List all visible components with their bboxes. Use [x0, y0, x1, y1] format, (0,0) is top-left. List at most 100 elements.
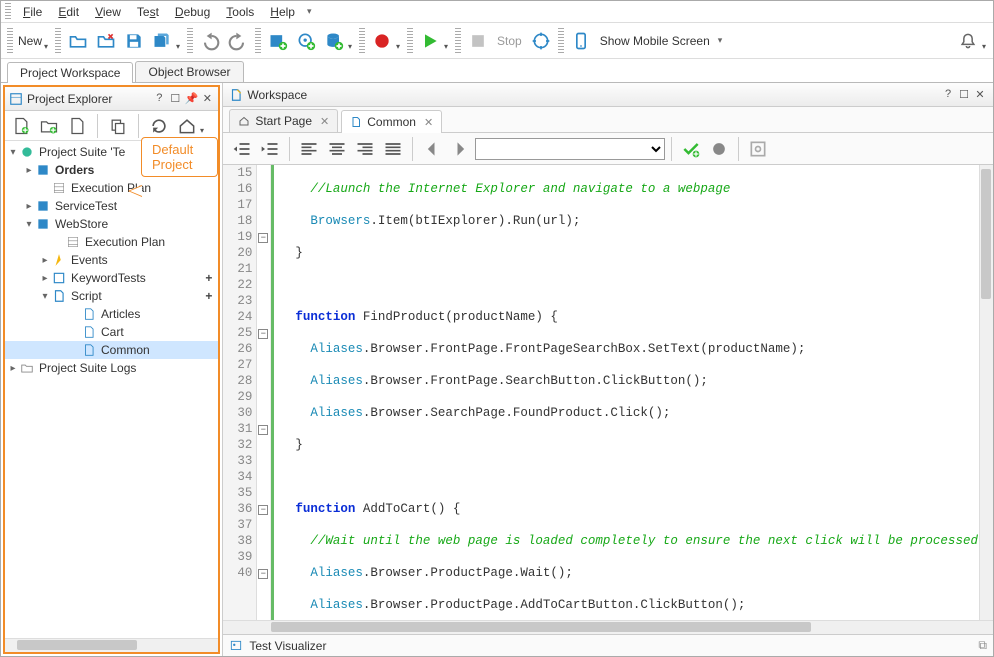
run-icon[interactable]: ▾ — [417, 28, 443, 54]
main-toolbar: New▾ ▾ ▾ ▾ ▾ Stop Show Mobile Screen ▾ ▾ — [1, 23, 993, 59]
explorer-hscroll[interactable] — [5, 638, 218, 652]
add-script-icon[interactable]: + — [205, 289, 212, 303]
tree-cart[interactable]: Cart — [5, 323, 218, 341]
function-dropdown[interactable] — [475, 138, 665, 160]
close-icon[interactable]: ✕ — [973, 88, 987, 101]
tree-webstore[interactable]: ▾WebStore — [5, 215, 218, 233]
align-left-icon[interactable] — [296, 136, 322, 162]
add-db-icon[interactable]: ▾ — [321, 28, 347, 54]
visualizer-icon — [229, 639, 243, 653]
project-tree[interactable]: ▾Project Suite 'Te ▸Orders Execution Pla… — [5, 141, 218, 638]
tree-servicetest[interactable]: ▸ServiceTest — [5, 197, 218, 215]
grip-icon — [455, 28, 461, 54]
home-icon — [238, 115, 250, 127]
align-justify-icon[interactable] — [380, 136, 406, 162]
maximize-icon[interactable]: ☐ — [957, 88, 971, 101]
close-tab-icon[interactable]: ✕ — [424, 116, 433, 129]
tree-articles[interactable]: Articles — [5, 305, 218, 323]
grip-icon — [359, 28, 365, 54]
code-editor[interactable]: 1516171819202122232425262728293031323334… — [223, 165, 993, 620]
panel-title-label: Project Explorer — [27, 92, 112, 106]
workspace-title: Workspace ? ☐ ✕ — [223, 83, 993, 107]
menu-tools[interactable]: Tools — [218, 3, 262, 21]
grip-icon — [407, 28, 413, 54]
help-icon[interactable]: ? — [941, 88, 955, 101]
status-bar: Test Visualizer ⧉ — [223, 634, 993, 656]
new-file-icon[interactable] — [9, 114, 33, 138]
doc-tabstrip: Start Page✕ Common✕ — [223, 107, 993, 133]
maximize-icon[interactable]: ☐ — [168, 92, 182, 105]
grip-icon — [187, 28, 193, 54]
stop-icon[interactable] — [465, 28, 491, 54]
tree-logs[interactable]: ▸Project Suite Logs — [5, 359, 218, 377]
menu-test[interactable]: Test — [129, 3, 167, 21]
save-all-icon[interactable]: ▾ — [149, 28, 175, 54]
mobile-dropdown-icon[interactable]: ▾ — [718, 35, 723, 46]
tree-exec-plan-1[interactable]: Execution Plan — [5, 179, 218, 197]
outdent-icon[interactable] — [229, 136, 255, 162]
add-kwt-icon[interactable]: + — [205, 271, 212, 285]
menu-view[interactable]: View — [87, 3, 129, 21]
nav-forward-icon[interactable] — [447, 136, 473, 162]
save-icon[interactable] — [121, 28, 147, 54]
tree-root[interactable]: ▾Project Suite 'Te — [5, 143, 218, 161]
tab-object-browser[interactable]: Object Browser — [135, 61, 243, 82]
pin-icon[interactable]: 📌 — [184, 92, 198, 105]
copy-icon[interactable] — [106, 114, 130, 138]
tree-orders[interactable]: ▸Orders — [5, 161, 218, 179]
menu-help[interactable]: Help — [262, 3, 303, 21]
grip-icon — [255, 28, 261, 54]
tree-common[interactable]: Common — [5, 341, 218, 359]
menu-file[interactable]: File — [15, 3, 50, 21]
tree-script[interactable]: ▾Script+ — [5, 287, 218, 305]
record-snippet-icon[interactable] — [706, 136, 732, 162]
record-icon[interactable]: ▾ — [369, 28, 395, 54]
align-center-icon[interactable] — [324, 136, 350, 162]
workspace-tabstrip: Project Workspace Object Browser — [1, 59, 993, 83]
mobile-icon[interactable] — [568, 28, 594, 54]
project-explorer-panel: Project Explorer ? ☐ 📌 ✕ ▾ Default Proje… — [3, 85, 220, 654]
help-icon[interactable]: ? — [152, 92, 166, 105]
close-icon[interactable]: ✕ — [200, 92, 214, 105]
stop-label: Stop — [493, 34, 526, 48]
visualizer-label[interactable]: Test Visualizer — [249, 639, 326, 653]
menu-edit[interactable]: Edit — [50, 3, 87, 21]
refresh-icon[interactable] — [147, 114, 171, 138]
editor-hscroll[interactable] — [223, 620, 993, 634]
workspace-label: Workspace — [247, 88, 307, 102]
restore-icon[interactable]: ⧉ — [978, 638, 987, 653]
nav-back-icon[interactable] — [419, 136, 445, 162]
open-icon[interactable] — [65, 28, 91, 54]
align-right-icon[interactable] — [352, 136, 378, 162]
new-button[interactable]: New▾ — [17, 28, 43, 54]
settings-icon[interactable] — [745, 136, 771, 162]
editor-vscroll[interactable] — [979, 165, 993, 620]
menu-overflow-icon[interactable]: ▾ — [299, 4, 320, 19]
close-project-icon[interactable] — [93, 28, 119, 54]
tab-start-page[interactable]: Start Page✕ — [229, 109, 338, 132]
checkpoint-icon[interactable] — [678, 136, 704, 162]
tree-events[interactable]: ▸Events — [5, 251, 218, 269]
indent-icon[interactable] — [257, 136, 283, 162]
tab-project-workspace[interactable]: Project Workspace — [7, 62, 133, 83]
grip-icon — [558, 28, 564, 54]
file-icon — [350, 116, 362, 128]
redo-icon[interactable] — [225, 28, 251, 54]
menu-debug[interactable]: Debug — [167, 3, 218, 21]
tab-common[interactable]: Common✕ — [341, 110, 442, 133]
undo-icon[interactable] — [197, 28, 223, 54]
notifications-icon[interactable]: ▾ — [955, 28, 981, 54]
home-icon[interactable]: ▾ — [175, 114, 199, 138]
close-tab-icon[interactable]: ✕ — [320, 115, 329, 128]
tree-keywordtests[interactable]: ▸KeywordTests+ — [5, 269, 218, 287]
new-folder-icon[interactable] — [37, 114, 61, 138]
mobile-label[interactable]: Show Mobile Screen — [596, 34, 714, 48]
add-target-icon[interactable] — [293, 28, 319, 54]
code-content[interactable]: //Launch the Internet Explorer and navig… — [271, 165, 993, 620]
tree-exec-plan-2[interactable]: Execution Plan — [5, 233, 218, 251]
main-area: Project Explorer ? ☐ 📌 ✕ ▾ Default Proje… — [1, 83, 993, 656]
add-item-icon[interactable] — [265, 28, 291, 54]
fold-column[interactable]: −−−−− — [257, 165, 271, 620]
add-existing-icon[interactable] — [65, 114, 89, 138]
highlight-icon[interactable] — [528, 28, 554, 54]
